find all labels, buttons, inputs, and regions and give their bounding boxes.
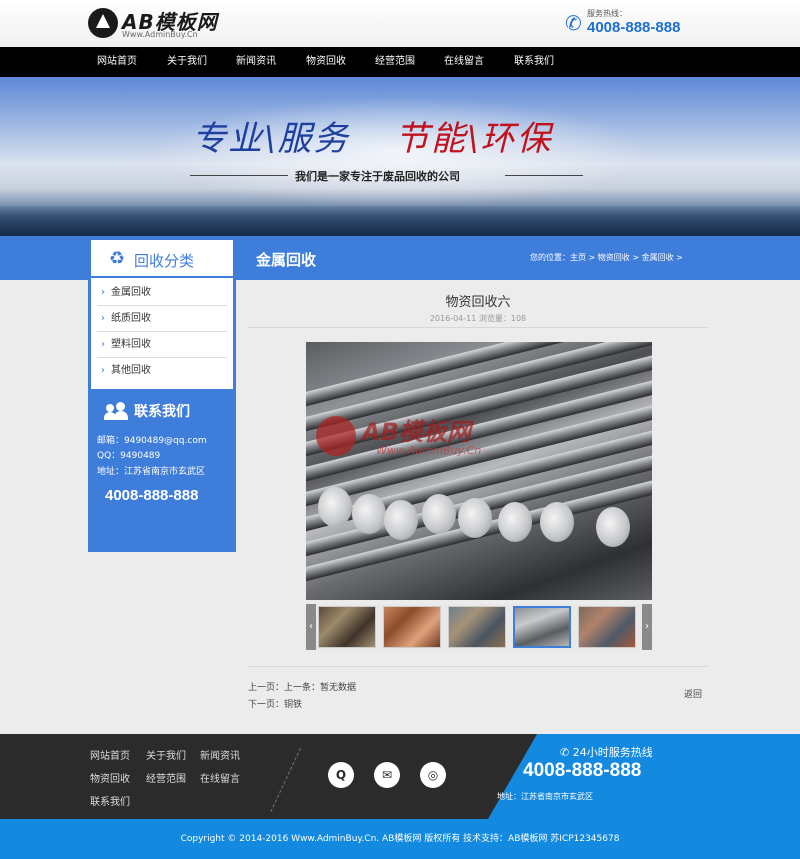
banner-city-skyline	[0, 206, 800, 236]
site-footer: 网站首页 关于我们 新闻资讯 物资回收 经营范围 在线留言 联系我们 Q ✉ ◎…	[0, 734, 800, 819]
back-link[interactable]: 返回	[684, 687, 702, 700]
footer-link-news[interactable]: 新闻资讯	[200, 747, 240, 762]
nav-item-recycling[interactable]: 物资回收	[306, 47, 346, 77]
thumbnail-image[interactable]	[448, 606, 506, 648]
contacts-icon	[104, 402, 130, 420]
sidebar-item-other[interactable]: › 其他回收	[97, 358, 227, 384]
qq-icon[interactable]: Q	[328, 762, 354, 788]
footer-link-home[interactable]: 网站首页	[90, 747, 130, 762]
nav-item-home[interactable]: 网站首页	[97, 47, 137, 77]
nav-item-contact[interactable]: 联系我们	[514, 47, 554, 77]
header-hotline: ✆ 服务热线： 4008-888-888	[565, 8, 705, 40]
image-watermark: AB模板网 Www.AdminBuy.Cn	[316, 410, 526, 470]
watermark-subtext: Www.AdminBuy.Cn	[376, 444, 482, 457]
chevron-right-icon[interactable]: ›	[642, 604, 652, 650]
footer-hotline-number: 4008-888-888	[523, 760, 642, 781]
wechat-icon[interactable]: ✉	[374, 762, 400, 788]
article-divider	[248, 327, 708, 328]
footer-link-contact[interactable]: 联系我们	[90, 793, 130, 808]
footer-link-scope[interactable]: 经营范围	[146, 770, 186, 785]
main-nav: 网站首页 关于我们 新闻资讯 物资回收 经营范围 在线留言 联系我们	[0, 47, 800, 77]
banner-slogan-service: 专业\服务	[192, 119, 350, 159]
weibo-icon[interactable]: ◎	[420, 762, 446, 788]
thumbnail-image[interactable]	[578, 606, 636, 648]
footer-hotline-label-text: 24小时服务热线	[572, 746, 653, 759]
footer-divider	[270, 748, 301, 812]
contact-phone: 4008-888-888	[105, 487, 199, 504]
next-article-link[interactable]: 下一页：铜铁	[248, 697, 302, 710]
watermark-logo-icon	[316, 416, 356, 456]
chevron-left-icon[interactable]: ‹	[306, 604, 316, 650]
sidebar-item-metal[interactable]: › 金属回收	[97, 280, 227, 306]
footer-link-recycling[interactable]: 物资回收	[90, 770, 130, 785]
article-nav-divider	[248, 666, 708, 667]
sidebar-category-header: ♻ 回收分类	[91, 240, 233, 278]
article-meta: 2016-04-11 浏览量：108	[429, 314, 527, 323]
banner-divider-right	[505, 175, 583, 176]
hotline-label: 服务热线：	[587, 9, 627, 18]
thumbnail-image[interactable]	[383, 606, 441, 648]
recycle-icon: ♻	[109, 248, 126, 269]
sidebar-categories: ♻ 回收分类 › 金属回收 › 纸质回收 › 塑料回收 › 其他回收	[88, 240, 236, 392]
sidebar-item-plastic[interactable]: › 塑料回收	[97, 332, 227, 358]
sidebar-item-paper[interactable]: › 纸质回收	[97, 306, 227, 332]
sidebar-item-label: 其他回收	[111, 365, 151, 376]
contact-address: 地址：江苏省南京市玄武区	[97, 467, 206, 477]
sidebar-item-label: 金属回收	[111, 287, 151, 298]
nav-item-about[interactable]: 关于我们	[167, 47, 207, 77]
footer-link-message[interactable]: 在线留言	[200, 770, 240, 785]
phone-icon: ✆	[560, 746, 573, 759]
nav-item-news[interactable]: 新闻资讯	[236, 47, 276, 77]
banner-divider-left	[190, 175, 288, 176]
logo-subtext: Www.AdminBuy.Cn	[122, 30, 198, 39]
banner-slogan-eco: 节能\环保	[395, 119, 553, 159]
arrow-right-icon: ›	[101, 287, 105, 298]
nav-item-message[interactable]: 在线留言	[444, 47, 484, 77]
arrow-right-icon: ›	[101, 339, 105, 350]
article-title: 物资回收六	[445, 295, 511, 310]
thumbnail-strip: ‹ ›	[306, 604, 652, 650]
hero-banner: 专业\服务 节能\环保 我们是一家专注于废品回收的公司	[0, 77, 800, 236]
sidebar-contact: 联系我们 邮箱：9490489@qq.com QQ：9490489 地址：江苏省…	[88, 392, 236, 552]
contact-email: 邮箱：9490489@qq.com	[97, 436, 207, 446]
phone-icon: ✆	[565, 11, 582, 35]
prev-article-link[interactable]: 上一页：上一条：暂无数据	[248, 680, 356, 693]
thumbnail-image[interactable]	[318, 606, 376, 648]
sidebar-item-label: 塑料回收	[111, 339, 151, 350]
sidebar-contact-title: 联系我们	[134, 404, 190, 420]
footer-address: 地址：江苏省南京市玄武区	[497, 792, 593, 801]
copyright-bar: Copyright © 2014-2016 Www.AdminBuy.Cn. A…	[0, 819, 800, 859]
nav-item-scope[interactable]: 经营范围	[375, 47, 415, 77]
sidebar-category-title: 回收分类	[134, 252, 195, 270]
logo-icon	[88, 8, 118, 38]
arrow-right-icon: ›	[101, 365, 105, 376]
hotline-number: 4008-888-888	[587, 19, 681, 36]
banner-subtitle: 我们是一家专注于废品回收的公司	[295, 170, 460, 183]
article-main-image: AB模板网 Www.AdminBuy.Cn	[306, 342, 652, 600]
arrow-right-icon: ›	[101, 313, 105, 324]
sidebar-item-label: 纸质回收	[111, 313, 151, 324]
footer-link-about[interactable]: 关于我们	[146, 747, 186, 762]
breadcrumb[interactable]: 您的位置：主页 > 物资回收 > 金属回收 >	[530, 252, 683, 263]
site-header: AB模板网 Www.AdminBuy.Cn ✆ 服务热线： 4008-888-8…	[0, 0, 800, 47]
section-title: 金属回收	[256, 251, 317, 269]
footer-hotline-label: ✆ 24小时服务热线	[560, 744, 653, 760]
contact-qq: QQ：9490489	[97, 451, 161, 461]
watermark-text: AB模板网	[362, 418, 471, 446]
thumbnail-image-active[interactable]	[513, 606, 571, 648]
